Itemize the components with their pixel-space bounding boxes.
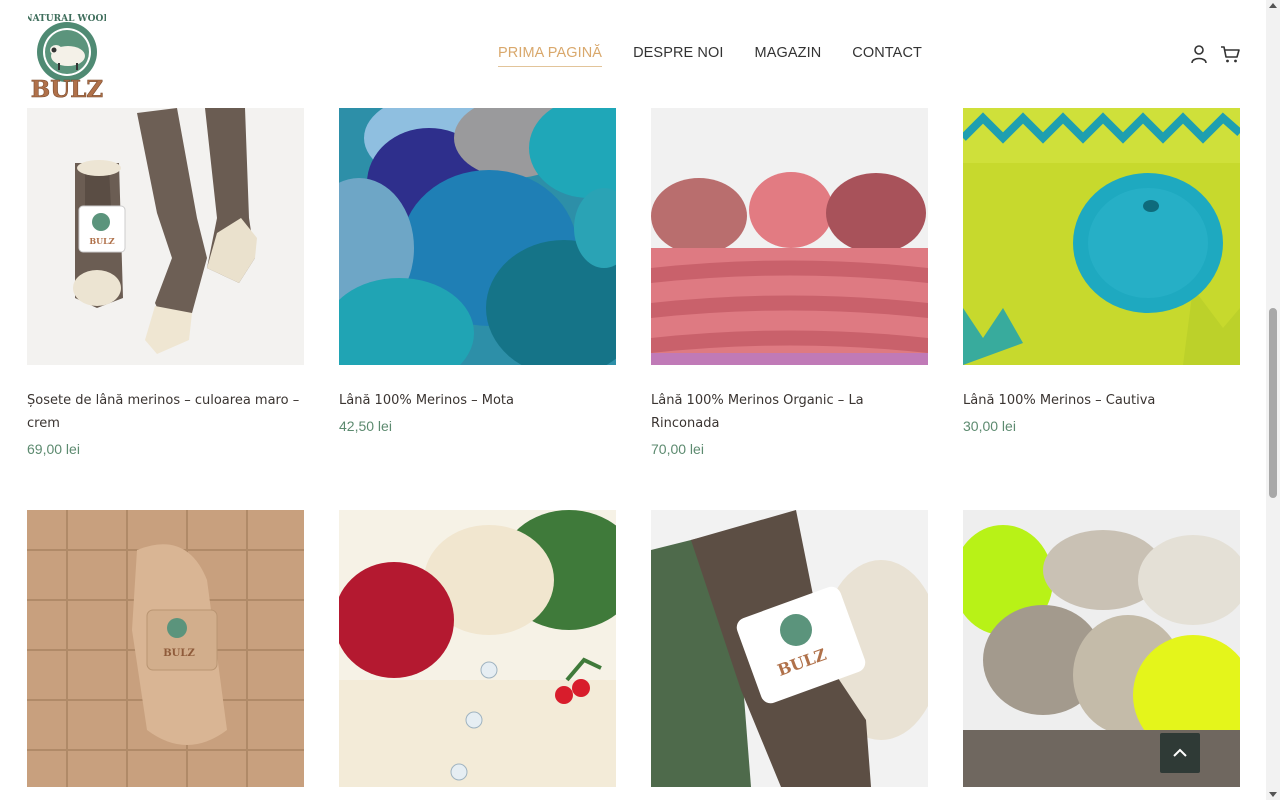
product-price: 30,00 lei [963,418,1016,434]
product-card[interactable]: BULZ [27,510,304,787]
product-title[interactable]: Lână 100% Merinos – Mota [339,389,616,412]
product-image[interactable] [651,108,928,365]
scrollbar-thumb[interactable] [1269,308,1277,498]
back-to-top-button[interactable] [1160,733,1200,773]
product-image[interactable]: BULZ [651,510,928,787]
page-scrollbar[interactable] [1266,0,1280,800]
product-price: 70,00 lei [651,441,704,457]
user-icon[interactable] [1188,43,1210,65]
product-image[interactable]: BULZ [27,108,304,365]
nav-item-despre-noi[interactable]: DESPRE NOI [633,44,723,66]
product-card[interactable]: Lână 100% Merinos – Cautiva 30,00 lei [963,108,1240,436]
logo-graphic: NATURAL WOOL BULZ [24,14,110,103]
product-image[interactable] [339,510,616,787]
brand-logo[interactable]: NATURAL WOOL BULZ [24,8,110,103]
product-card[interactable]: BULZ Șosete de lână merinos – culoarea m… [27,108,304,459]
product-image[interactable] [339,108,616,365]
nav-item-magazin[interactable]: MAGAZIN [755,44,822,66]
scroll-up-arrow-icon[interactable] [1269,3,1277,8]
scroll-down-arrow-icon[interactable] [1269,792,1277,797]
logo-name: BULZ [31,76,103,100]
product-image[interactable] [963,108,1240,365]
logo-top-text: NATURAL WOOL [28,14,106,24]
product-card[interactable]: BULZ [651,510,928,787]
chevron-up-icon [1173,748,1187,757]
site-header: NATURAL WOOL BULZ PRIMA PAGINĂ DESPRE NO… [0,0,1266,108]
product-title[interactable]: Șosete de lână merinos – culoarea maro –… [27,389,304,435]
product-price: 42,50 lei [339,418,392,434]
product-card[interactable]: Lână 100% Merinos Organic – La Rinconada… [651,108,928,459]
svg-text:BULZ: BULZ [89,236,114,246]
product-image[interactable]: BULZ [27,510,304,787]
main-nav: PRIMA PAGINĂ DESPRE NOI MAGAZIN CONTACT [498,44,953,68]
cart-icon[interactable] [1219,43,1241,65]
product-title[interactable]: Lână 100% Merinos – Cautiva [963,389,1240,412]
product-title[interactable]: Lână 100% Merinos Organic – La Rinconada [651,389,928,435]
product-price: 69,00 lei [27,441,80,457]
nav-item-contact[interactable]: CONTACT [852,44,922,66]
svg-text:BULZ: BULZ [163,648,195,659]
nav-item-prima-pagina[interactable]: PRIMA PAGINĂ [498,44,603,67]
product-card[interactable] [339,510,616,787]
product-card[interactable]: Lână 100% Merinos – Mota 42,50 lei [339,108,616,436]
